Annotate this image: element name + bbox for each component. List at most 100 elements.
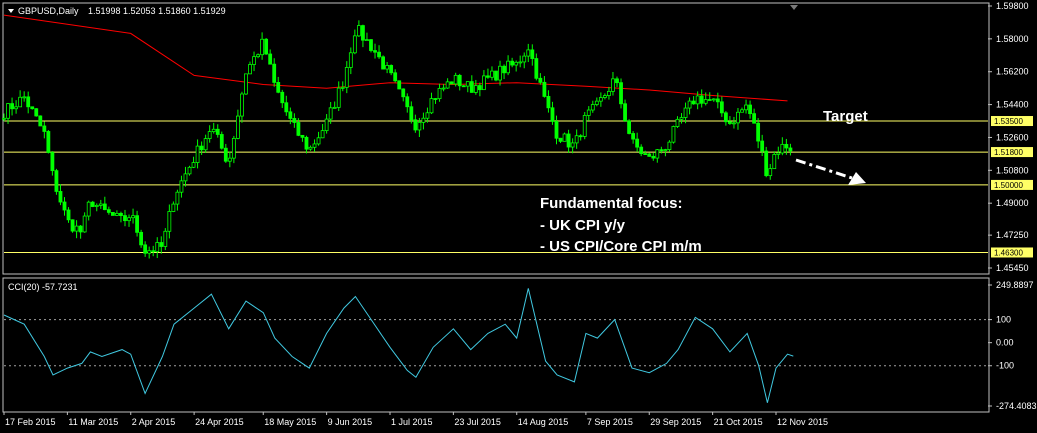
candle-body	[441, 87, 446, 90]
focus-item: - US CPI/Core CPI m/m	[540, 238, 702, 255]
candle-body	[780, 143, 785, 154]
candle-body	[90, 201, 95, 207]
candle-body	[244, 73, 248, 95]
symbol-label: GBPUSD,Daily	[18, 6, 79, 16]
candle-body	[70, 219, 75, 232]
candle-body	[195, 145, 200, 163]
candle-body	[320, 130, 325, 139]
candle-body	[98, 203, 103, 206]
time-tick-label: 9 Jun 2015	[328, 417, 373, 427]
time-tick-label: 23 Jul 2015	[454, 417, 501, 427]
candle-body	[163, 230, 168, 247]
candle-body	[611, 78, 615, 92]
candle-body	[703, 99, 708, 104]
price-level-label: 1.46300	[994, 248, 1023, 257]
candle-body	[473, 85, 478, 93]
candle-body	[6, 103, 10, 119]
candle-body	[332, 106, 337, 109]
candle-body	[300, 134, 305, 138]
candle-body	[643, 153, 648, 155]
candle-body	[304, 136, 309, 150]
candle-body	[453, 74, 458, 85]
candle-body	[461, 85, 466, 88]
price-tick-label: 1.58000	[996, 34, 1029, 44]
candle-body	[328, 107, 333, 120]
candle-body	[207, 131, 212, 139]
candle-body	[30, 106, 35, 110]
candle-body	[115, 212, 119, 216]
candle-body	[50, 152, 55, 172]
price-tick-label: 1.45450	[996, 263, 1029, 273]
candle-body	[748, 104, 752, 115]
candle-body	[675, 118, 680, 127]
candle-body	[248, 64, 252, 75]
candle-body	[647, 153, 652, 157]
candle-body	[623, 103, 627, 122]
candle-body	[659, 149, 664, 152]
candle-body	[78, 225, 83, 233]
candle-body	[256, 54, 260, 58]
candle-body	[219, 134, 224, 149]
candle-body	[312, 143, 317, 148]
candle-body	[127, 217, 131, 222]
candle-body	[756, 122, 761, 142]
candle-body	[490, 70, 494, 78]
candle-body	[566, 133, 571, 148]
ohlc-readout: 1.51998 1.52053 1.51860 1.51929	[88, 6, 226, 16]
time-tick-label: 1 Jul 2015	[391, 417, 433, 427]
candle-body	[155, 242, 160, 252]
candle-body	[534, 58, 539, 79]
candle-body	[425, 112, 430, 119]
focus-title: Fundamental focus:	[540, 195, 683, 212]
price-level-label: 1.53500	[994, 117, 1023, 126]
candle-body	[768, 168, 773, 177]
candle-body	[502, 65, 506, 74]
price-tick-label: 1.54400	[996, 100, 1029, 110]
candle-body	[316, 137, 321, 145]
candle-body	[494, 70, 498, 81]
time-tick-label: 7 Sep 2015	[587, 417, 633, 427]
candle-body	[199, 145, 204, 151]
candle-body	[736, 111, 740, 124]
time-tick-label: 18 May 2015	[264, 417, 316, 427]
price-tick-label: 1.47250	[996, 230, 1029, 240]
chart-background	[0, 0, 1037, 433]
candle-body	[506, 60, 511, 74]
candle-body	[570, 142, 575, 148]
candle-body	[457, 74, 462, 87]
cci-label: CCI(20) -57.7231	[8, 282, 78, 292]
candle-body	[348, 52, 353, 68]
candle-body	[522, 55, 527, 63]
candle-body	[607, 90, 611, 96]
price-tick-label: 1.59800	[996, 1, 1029, 11]
candle-body	[171, 203, 176, 212]
candle-body	[74, 225, 79, 232]
candle-body	[336, 87, 341, 108]
gbpusd-daily-chart: GBPUSD,Daily 1.51998 1.52053 1.51860 1.5…	[0, 0, 1037, 433]
candle-body	[2, 117, 6, 120]
time-tick-label: 11 Mar 2015	[68, 417, 118, 427]
candle-body	[187, 166, 192, 175]
candle-body	[296, 122, 301, 136]
candle-body	[631, 133, 636, 140]
candle-body	[627, 120, 631, 134]
cci-tick-label: 249.8897	[996, 280, 1034, 290]
candle-body	[740, 109, 744, 113]
candle-body	[469, 81, 474, 93]
candle-body	[276, 82, 281, 93]
candle-body	[308, 146, 313, 150]
time-tick-label: 2 Apr 2015	[132, 417, 176, 427]
candle-body	[385, 65, 390, 70]
candle-body	[38, 115, 43, 127]
candle-body	[582, 114, 587, 137]
candle-body	[707, 99, 712, 101]
price-tick-label: 1.50800	[996, 165, 1029, 175]
price-tick-label: 1.49000	[996, 198, 1029, 208]
candle-body	[546, 96, 551, 109]
candle-body	[135, 215, 139, 233]
candle-body	[530, 49, 535, 59]
candle-body	[227, 157, 232, 162]
candle-body	[671, 126, 676, 143]
candle-body	[413, 119, 418, 131]
candle-body	[215, 128, 220, 135]
